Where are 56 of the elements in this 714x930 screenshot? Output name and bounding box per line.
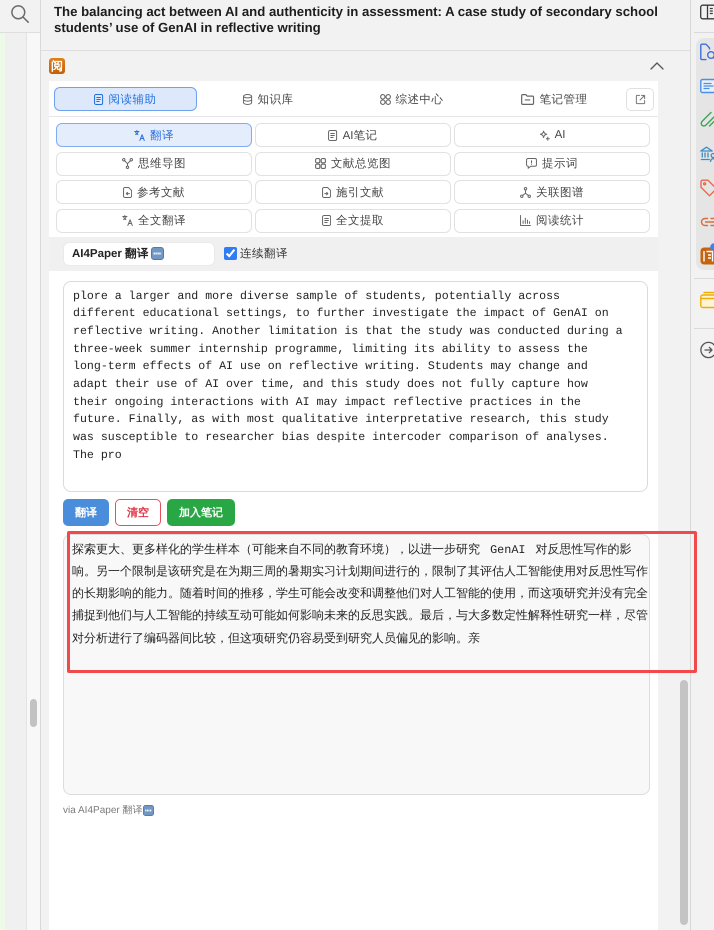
- tag-icon[interactable]: [700, 179, 714, 197]
- reader-badge: 阅: [49, 58, 65, 74]
- tool-button[interactable]: 全文提取: [255, 208, 451, 232]
- doc-arrow-icon: [122, 186, 132, 198]
- sidebar-toggle-icon[interactable]: [700, 4, 714, 20]
- network-icon: [520, 186, 531, 198]
- tool-button[interactable]: 阅读统计: [454, 208, 650, 232]
- tool-button[interactable]: AI: [454, 123, 650, 147]
- tool-button[interactable]: 全文翻译: [56, 208, 252, 232]
- checkbox-label: 连续翻译: [240, 246, 288, 261]
- paperclip-icon[interactable]: [700, 111, 714, 129]
- tool-button[interactable]: 关联图谱: [454, 180, 650, 204]
- tab[interactable]: 阅读辅助: [54, 87, 197, 111]
- tool-button[interactable]: AI笔记: [255, 123, 451, 147]
- scrollbar-thumb[interactable]: [30, 699, 37, 727]
- doc-icon: [322, 215, 332, 226]
- chat-bubble-icon: [526, 158, 537, 169]
- engine-select[interactable]: AI4Paper 翻译: [63, 242, 215, 266]
- tool-button[interactable]: 文献总览图: [255, 152, 451, 176]
- open-external-button[interactable]: [626, 88, 654, 110]
- tab[interactable]: 笔记管理: [483, 87, 626, 111]
- translate-icon: [122, 215, 133, 226]
- credit-text: via AI4Paper 翻译: [63, 804, 142, 816]
- tab[interactable]: 知识库: [197, 87, 340, 111]
- database-icon: [243, 94, 253, 104]
- doc-icon: [328, 130, 338, 140]
- tool-button[interactable]: 思维导图: [56, 152, 252, 176]
- doc-arrow-icon: [322, 186, 332, 198]
- translation-output: 探索更大、更多样化的学生样本（可能来自不同的教育环境），以进一步研究 GenAI 对反思性写作的影响。另一个限制是该研究是在为期三周的暑期实习计划期间进行的，限制了其评估人工智能使用对反思性写作的长期影响的能力。随着时间的推移，学生可能会改变和调整他们对人工智能的使用，而这项研究并没有完全捕捉到他们与人工智能的持续互动可能如何影响未来的反思实践。最后，与大多数定性解释性研究一样，尽管对分析进行了编码器间比较，但这项研究仍容易受到研究人员偏见的影响。亲: [63, 534, 650, 794]
- source-text-field[interactable]: plore a larger and more diverse sample of students, potentially across different educational settings, to further investigate the impact of GenAI on reflective writing. Another limitation is that the study was conducted during a three-week summer internship programme, limiting its ability to assess the long-term effects of AI use on reflective writing. Students may change and adapt their use of AI over time, and this study does not fully capture how their ongoing interactions with AI may impact reflective practices in the future. Finally, as with most qualitative interpretative research, this study was susceptible to researcher bias despite intercoder comparison of analyses. The pro: [63, 280, 648, 492]
- clear-button[interactable]: 清空: [115, 498, 161, 526]
- chevron-up-icon[interactable]: [650, 62, 664, 70]
- search-icon[interactable]: [11, 5, 29, 23]
- free-badge-icon: [151, 247, 164, 260]
- bank-icon[interactable]: [700, 145, 714, 163]
- external-link-icon: [634, 94, 646, 104]
- tool-button[interactable]: 提示词: [454, 152, 650, 176]
- tab[interactable]: 综述中心: [340, 87, 483, 111]
- free-badge-icon: [143, 805, 154, 816]
- doc-icon: [94, 94, 104, 104]
- translate-icon: [134, 130, 145, 140]
- bar-chart-icon: [520, 215, 531, 226]
- document-title: The balancing act between AI and authenticity in assessment: A case study of secondary school students’ use of GenAI in reflective writing: [54, 4, 659, 36]
- continuous-checkbox[interactable]: [224, 247, 237, 260]
- reader-tile-icon[interactable]: [700, 247, 714, 265]
- branch-icon: [122, 158, 133, 169]
- list-icon[interactable]: [700, 77, 714, 95]
- tool-button[interactable]: 施引文献: [255, 180, 451, 204]
- scrollbar-thumb[interactable]: [680, 680, 688, 925]
- squares-grid-icon: [315, 158, 326, 169]
- tool-button[interactable]: 参考文献: [56, 180, 252, 204]
- tool-button[interactable]: 翻译: [56, 123, 252, 147]
- sparkle-icon: [538, 130, 550, 140]
- folder-icon: [521, 94, 535, 104]
- circles-grid-icon: [380, 94, 390, 104]
- doc-search-icon[interactable]: [700, 43, 714, 61]
